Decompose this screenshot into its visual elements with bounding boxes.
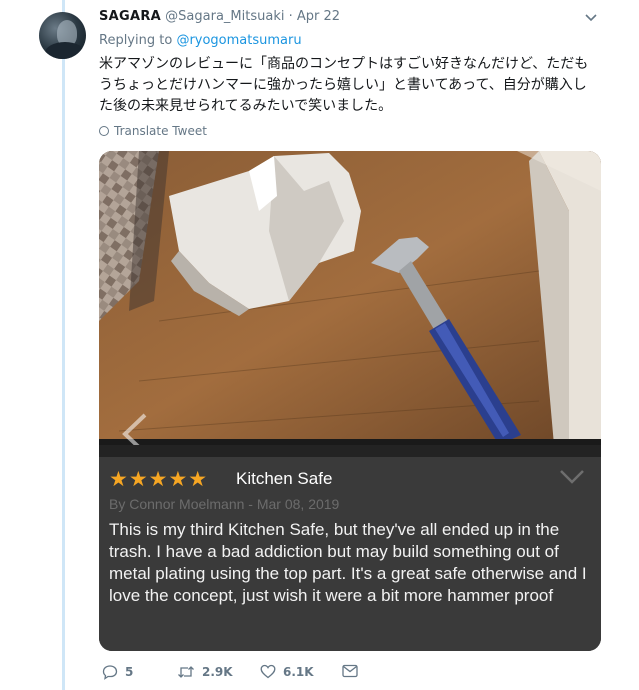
tweet-header: SAGARA @Sagara_Mitsuaki · Apr 22: [99, 9, 340, 24]
retweet-count: 2.9K: [202, 665, 233, 679]
retweet-icon: [178, 666, 194, 678]
tweet-date[interactable]: Apr 22: [297, 9, 340, 24]
envelope-icon: [342, 664, 358, 678]
globe-icon: [99, 126, 109, 136]
direct-message-button[interactable]: [342, 664, 358, 678]
like-button[interactable]: 6.1K: [260, 664, 314, 679]
star-rating: ★★★★★: [109, 467, 209, 491]
replying-label: Replying to: [99, 33, 173, 48]
author-handle[interactable]: @Sagara_Mitsuaki: [165, 9, 284, 24]
avatar[interactable]: [39, 12, 86, 59]
translate-label: Translate Tweet: [114, 124, 207, 138]
tweet-text: 米アマゾンのレビューに「商品のコンセプトはすごい好きなんだけど、ただもうちょっと…: [99, 56, 589, 114]
photo-broken-safe-and-hammer: [99, 151, 601, 445]
thread-line: [62, 0, 65, 690]
review-card: ★★★★★ Kitchen Safe By Connor Moelmann - …: [99, 445, 601, 651]
replying-handle-link[interactable]: @ryogomatsumaru: [176, 33, 301, 48]
reply-count: 5: [125, 665, 134, 679]
replying-to: Replying to @ryogomatsumaru: [99, 33, 302, 48]
tweet-actions: 5 2.9K 6.1K: [99, 664, 399, 686]
review-body: This is my third Kitchen Safe, but they'…: [109, 520, 587, 605]
review-byline: By Connor Moelmann - Mar 08, 2019: [109, 496, 340, 512]
author-name[interactable]: SAGARA: [99, 9, 161, 24]
translate-tweet-link[interactable]: Translate Tweet: [99, 124, 207, 138]
heart-icon: [260, 664, 276, 679]
like-count: 6.1K: [283, 664, 314, 679]
tweet-media[interactable]: ★★★★★ Kitchen Safe By Connor Moelmann - …: [99, 151, 601, 651]
retweet-button[interactable]: 2.9K: [177, 664, 233, 680]
reply-button[interactable]: 5: [102, 664, 133, 680]
review-title: Kitchen Safe: [236, 469, 333, 488]
chevron-down-icon: [560, 470, 584, 484]
separator: ·: [288, 9, 293, 24]
chevron-down-icon[interactable]: [584, 12, 598, 24]
reply-icon: [102, 665, 118, 680]
